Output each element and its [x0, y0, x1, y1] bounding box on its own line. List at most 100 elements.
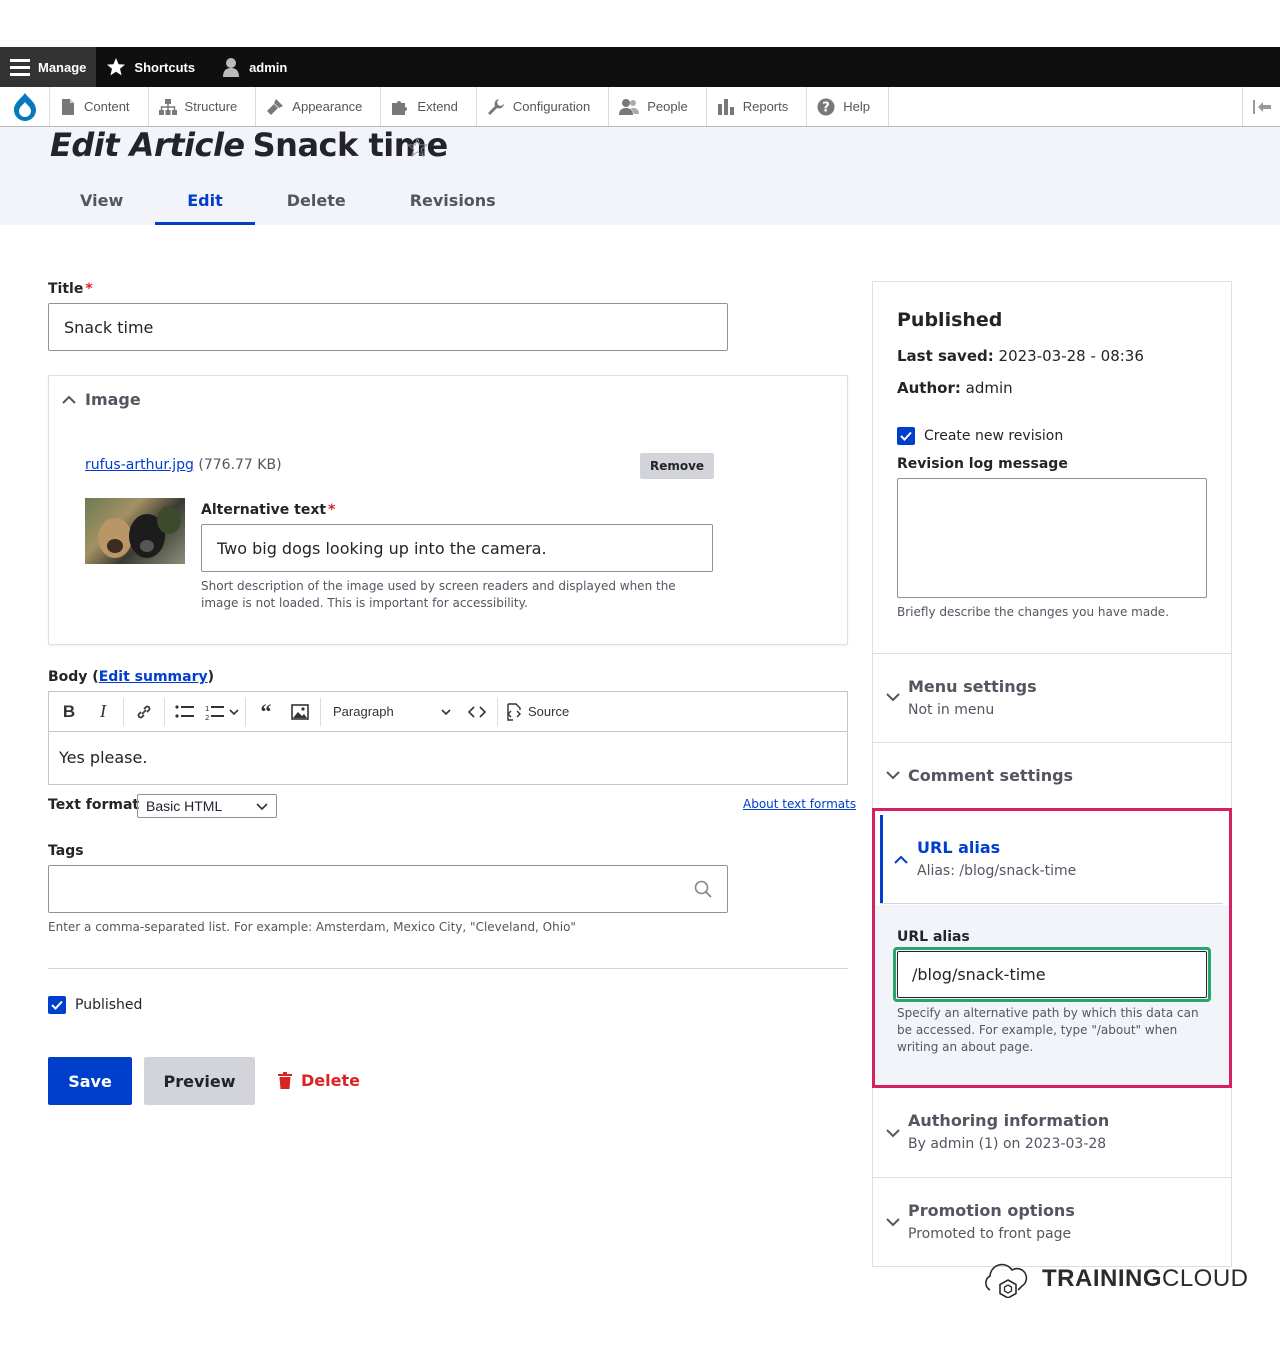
collapse-tray-button[interactable]	[1242, 87, 1280, 126]
tray-item-reports[interactable]: Reports	[707, 87, 808, 126]
bold-icon[interactable]: B	[55, 698, 83, 726]
published-checkbox-row[interactable]: Published	[48, 996, 142, 1014]
menu-settings-summary: Not in menu	[908, 702, 995, 718]
bulleted-list-icon[interactable]	[171, 698, 199, 726]
last-saved-label: Last saved:	[897, 347, 994, 365]
body-content[interactable]: Yes please.	[49, 732, 847, 783]
watermark-text: TRAININGCLOUD	[1042, 1265, 1249, 1293]
authoring-summary: By admin (1) on 2023-03-28	[908, 1136, 1107, 1152]
author-value: admin	[965, 379, 1013, 397]
url-alias-highlight-box	[872, 808, 1232, 1088]
editor-toolbar: B I 12 “ Paragraph Source	[49, 692, 847, 732]
promotion-summary: Promoted to front page	[908, 1226, 1072, 1242]
text-format-select[interactable]: Basic HTML	[137, 794, 277, 818]
check-icon	[900, 431, 912, 441]
manage-menu-button[interactable]: Manage	[0, 47, 97, 87]
title-label: Title *	[48, 281, 93, 297]
delete-button[interactable]: Delete	[278, 1071, 360, 1090]
tray-item-people[interactable]: People	[609, 87, 707, 126]
page-title: Edit Article Snack time	[50, 126, 448, 164]
comment-settings-section[interactable]: Comment settings	[873, 742, 1231, 808]
wrench-icon	[487, 98, 504, 115]
menu-settings-title: Menu settings	[908, 677, 1037, 696]
authoring-information-section[interactable]: Authoring information By admin (1) on 20…	[873, 1088, 1231, 1177]
link-icon[interactable]	[130, 698, 158, 726]
file-size: (776.77 KB)	[198, 457, 282, 473]
chevron-down-icon	[229, 708, 239, 715]
bar-chart-icon	[717, 98, 734, 115]
chevron-down-icon	[886, 1129, 900, 1138]
tags-label: Tags	[48, 843, 84, 859]
published-label: Published	[75, 997, 143, 1013]
source-button[interactable]: Source	[504, 698, 569, 726]
tab-edit[interactable]: Edit	[155, 178, 255, 225]
promotion-options-section[interactable]: Promotion options Promoted to front page	[873, 1177, 1231, 1266]
shortcuts-label: Shortcuts	[134, 59, 196, 75]
last-saved-value: 2023-03-28 - 08:36	[998, 347, 1144, 365]
last-saved: Last saved: 2023-03-28 - 08:36	[897, 347, 1144, 365]
admin-tray: Content Structure Appearance Extend Conf…	[0, 87, 1280, 127]
chevron-down-icon	[886, 1218, 900, 1227]
blockquote-icon[interactable]: “	[252, 698, 280, 726]
tray-item-configuration[interactable]: Configuration	[477, 87, 610, 126]
tray-item-label: Appearance	[292, 99, 363, 114]
file-link[interactable]: rufus-arthur.jpg	[85, 457, 194, 473]
shortcuts-menu-button[interactable]: Shortcuts	[96, 47, 205, 87]
file-info: rufus-arthur.jpg (776.77 KB)	[85, 457, 282, 473]
image-label: Image	[85, 390, 141, 409]
page-title-prefix: Edit Article	[50, 126, 245, 164]
tray-item-label: People	[647, 99, 688, 114]
body-label-close: )	[207, 669, 215, 685]
author-label: Author:	[897, 379, 961, 397]
hamburger-icon	[10, 59, 30, 76]
watermark-bold: TRAINING	[1042, 1265, 1162, 1292]
tray-item-help[interactable]: ? Help	[807, 87, 889, 126]
status-heading: Published	[897, 309, 1003, 331]
drupal-logo-icon[interactable]	[0, 87, 50, 126]
alt-text-input[interactable]: Two big dogs looking up into the camera.	[201, 524, 713, 572]
image-thumbnail	[85, 498, 185, 564]
remove-button[interactable]: Remove	[640, 453, 714, 479]
author: Author: admin	[897, 379, 1013, 397]
revision-log-description: Briefly describe the changes you have ma…	[897, 605, 1170, 619]
published-checkbox[interactable]	[48, 996, 66, 1014]
save-button[interactable]: Save	[48, 1057, 132, 1105]
check-icon	[51, 1000, 63, 1010]
paintbrush-icon	[267, 98, 284, 115]
tab-revisions[interactable]: Revisions	[378, 178, 528, 225]
sitemap-icon	[158, 98, 177, 115]
preview-button[interactable]: Preview	[144, 1057, 255, 1105]
puzzle-icon	[392, 100, 408, 115]
text-format-label: Text format	[48, 797, 140, 813]
favorite-star-icon[interactable]: ☆	[405, 131, 430, 164]
create-revision-checkbox[interactable]	[897, 427, 915, 445]
create-revision-row[interactable]: Create new revision	[897, 427, 1063, 445]
paragraph-format-dropdown[interactable]: Paragraph	[327, 698, 457, 726]
menu-settings-section[interactable]: Menu settings Not in menu	[873, 653, 1231, 742]
tray-item-label: Help	[843, 99, 870, 114]
tray-item-content[interactable]: Content	[50, 87, 149, 126]
numbered-list-icon[interactable]: 12	[205, 698, 239, 726]
about-text-formats-link[interactable]: About text formats	[743, 797, 856, 811]
user-menu-button[interactable]: admin	[211, 47, 297, 87]
image-fieldset-toggle[interactable]: Image	[62, 390, 141, 409]
revision-log-textarea[interactable]	[897, 478, 1207, 598]
chevron-up-icon	[62, 395, 76, 404]
tray-item-appearance[interactable]: Appearance	[256, 87, 382, 126]
local-tasks-tabs: View Edit Delete Revisions	[48, 178, 528, 225]
insert-image-icon[interactable]	[286, 698, 314, 726]
tray-item-structure[interactable]: Structure	[149, 87, 257, 126]
title-input[interactable]: Snack time	[48, 303, 728, 351]
file-icon	[62, 98, 74, 115]
alt-label-text: Alternative text	[201, 502, 327, 518]
tray-item-extend[interactable]: Extend	[381, 87, 477, 126]
body-editor: B I 12 “ Paragraph Source Yes please.	[48, 691, 848, 785]
code-icon[interactable]	[463, 698, 491, 726]
italic-icon[interactable]: I	[89, 698, 117, 726]
source-label: Source	[528, 704, 570, 719]
edit-summary-link[interactable]: Edit summary	[99, 669, 208, 685]
tab-delete[interactable]: Delete	[255, 178, 378, 225]
tray-item-label: Reports	[742, 99, 789, 114]
tab-view[interactable]: View	[48, 178, 155, 225]
tags-input[interactable]	[48, 865, 728, 913]
